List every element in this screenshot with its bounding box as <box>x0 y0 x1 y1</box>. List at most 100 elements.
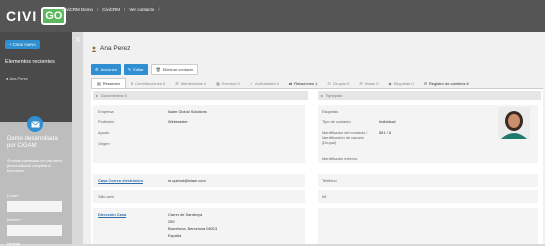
note-icon: ✉ <box>359 80 363 86</box>
activity-icon: ✓ <box>249 80 254 86</box>
field-label: Tipo de contacto <box>322 119 351 124</box>
email-label: E-mail * <box>7 194 20 198</box>
sidebar-collapse-button[interactable]: X <box>74 37 82 45</box>
tab-change-log[interactable]: ↺ Registro de cambios 6 <box>419 78 474 88</box>
tab-notes[interactable]: ✉ Notas 0 <box>354 78 383 88</box>
breadcrumb-separator: / <box>158 7 160 12</box>
tab-groups[interactable]: ☷ Grupos 0 <box>322 78 354 88</box>
summary-panel: ▸ Documentos 0 ▸ Synopsis Empresa Islam Gl… <box>91 89 543 244</box>
edit-button[interactable]: ✎ Editar <box>123 64 148 75</box>
pencil-icon: ✎ <box>127 67 132 72</box>
create-new-button[interactable]: + Crear nuevo <box>5 40 40 49</box>
top-bar: CIVI GO CiviCRM Demo / CiviCRM / Ver con… <box>0 0 545 32</box>
tab-relationships[interactable]: ⇄ Relaciones 1 <box>284 78 322 88</box>
address-line: Barcelona, Barcelona 08013 <box>168 226 218 231</box>
promo-description: Si estás interesado en una demo personal… <box>7 159 63 173</box>
actions-button[interactable]: ⚙ Acciones <box>91 64 121 75</box>
tab-label: Relaciones 1 <box>294 80 318 86</box>
tab-contributions[interactable]: $ Contribuciones 0 <box>126 78 170 88</box>
field-label: Origen <box>98 141 110 146</box>
mail-icon <box>27 116 43 132</box>
breadcrumb-item[interactable]: CiviCRM Demo <box>62 7 93 12</box>
field-label: Etiquetas <box>322 109 339 114</box>
promo-title: Demo desarrollada por CiGAM <box>7 136 58 149</box>
field-value: Webmaster <box>168 119 188 124</box>
contact-type-icon <box>91 46 97 52</box>
address-line: España <box>168 233 182 238</box>
field-label: Identificador externo <box>322 156 358 161</box>
chevron-right-icon: ▸ <box>96 93 99 98</box>
email-field[interactable] <box>7 201 62 212</box>
history-icon: ↺ <box>423 80 427 86</box>
tab-activities[interactable]: ✓ Actividades 0 <box>245 78 284 88</box>
tab-label: Grupos 0 <box>332 80 350 86</box>
civigo-logo[interactable]: CIVI GO <box>6 5 67 27</box>
im-block <box>318 190 538 203</box>
chevron-right-icon: ▸ <box>321 93 324 98</box>
address-type-link[interactable]: Dirección Casa <box>98 212 126 217</box>
member-icon: ☰ <box>175 80 179 86</box>
name-field[interactable] <box>7 225 62 236</box>
action-bar: ⚙ Acciones ✎ Editar 🗑 Eliminar contacto <box>91 64 199 75</box>
trash-icon: 🗑 <box>155 67 161 72</box>
tab-tags[interactable]: ◆ Etiquetas 0 <box>384 78 419 88</box>
edit-label: Editar <box>133 67 144 72</box>
tab-label: Resumen <box>102 81 120 86</box>
recent-item-label: Ana Perez <box>9 76 28 81</box>
website-label: Sitio web <box>98 194 114 199</box>
create-new-label: Crear nuevo <box>12 42 36 47</box>
delete-contact-button[interactable]: 🗑 Eliminar contacto <box>150 64 199 75</box>
money-icon: $ <box>130 80 134 86</box>
handshake-icon: ⇄ <box>288 80 293 86</box>
recent-item[interactable]: ● Ana Perez <box>6 76 28 81</box>
group-icon: ☷ <box>327 80 331 86</box>
message-label: Mensaje <box>7 242 21 246</box>
summary-icon: ▤ <box>97 81 101 86</box>
address-line: 259 <box>168 219 175 224</box>
tab-summary[interactable]: ▤ Resumen <box>91 78 126 88</box>
breadcrumb-separator: / <box>124 7 126 12</box>
synopsis-accordion[interactable]: ▸ Synopsis <box>318 91 541 100</box>
phone-block <box>318 174 538 187</box>
field-value: 851 / 8 <box>379 130 391 135</box>
address-line: Carrer de Sardenya <box>168 212 203 217</box>
synopsis-label: Synopsis <box>326 93 343 98</box>
field-value: Individual <box>379 119 396 124</box>
tab-label: Actividades 0 <box>255 80 279 86</box>
logo-text: CIVI <box>6 8 38 24</box>
contact-name: Ana Perez <box>100 45 131 52</box>
contact-photo[interactable] <box>498 107 530 139</box>
recent-items-title: Elementos recientes <box>5 59 55 65</box>
field-label: Empresa <box>98 109 114 114</box>
tab-label: Etiquetas 0 <box>393 80 414 86</box>
field-label: Identificador del contacto / Identificac… <box>322 130 368 145</box>
name-label: Nombre * <box>7 218 22 222</box>
field-label: Profesión <box>98 119 115 124</box>
promo-panel: Demo desarrollada por CiGAM Si estás int… <box>0 116 72 246</box>
field-value: Islam Global Solutions <box>168 109 207 114</box>
tab-memberships[interactable]: ☰ Membresías 0 <box>170 78 211 88</box>
tab-events[interactable]: ▦ Eventos 0 <box>211 78 245 88</box>
documents-label: Documentos 0 <box>101 93 127 98</box>
gear-icon: ⚙ <box>95 67 99 72</box>
breadcrumb: CiviCRM Demo / CiviCRM / Ver contacto / <box>62 7 160 12</box>
tab-bar: ▤ Resumen $ Contribuciones 0 ☰ Membresías 0… <box>91 78 543 89</box>
email-type-link[interactable]: Casa Correo electrónico <box>98 178 143 183</box>
page-title: Ana Perez <box>91 45 130 52</box>
tab-label: Membresías 0 <box>180 80 207 86</box>
breadcrumb-item[interactable]: Ver contacto <box>129 7 154 12</box>
breadcrumb-item[interactable]: CiviCRM <box>102 7 120 12</box>
tab-label: Contribuciones 0 <box>135 80 166 86</box>
email-value[interactable]: m.quenot@islam.com <box>168 178 206 183</box>
tab-label: Registro de cambios 6 <box>428 80 469 86</box>
address-right-block <box>318 208 538 244</box>
tag-icon: ◆ <box>388 80 392 86</box>
tab-label: Eventos 0 <box>221 80 240 86</box>
field-label: Apodo <box>98 130 110 135</box>
im-label: IM <box>322 194 327 199</box>
delete-label: Eliminar contacto <box>162 67 194 72</box>
documents-accordion[interactable]: ▸ Documentos 0 <box>93 91 308 100</box>
tab-label: Notas 0 <box>364 80 379 86</box>
breadcrumb-separator: / <box>97 7 99 12</box>
main-content: Ana Perez ⚙ Acciones ✎ Editar 🗑 Eliminar co… <box>83 32 545 244</box>
